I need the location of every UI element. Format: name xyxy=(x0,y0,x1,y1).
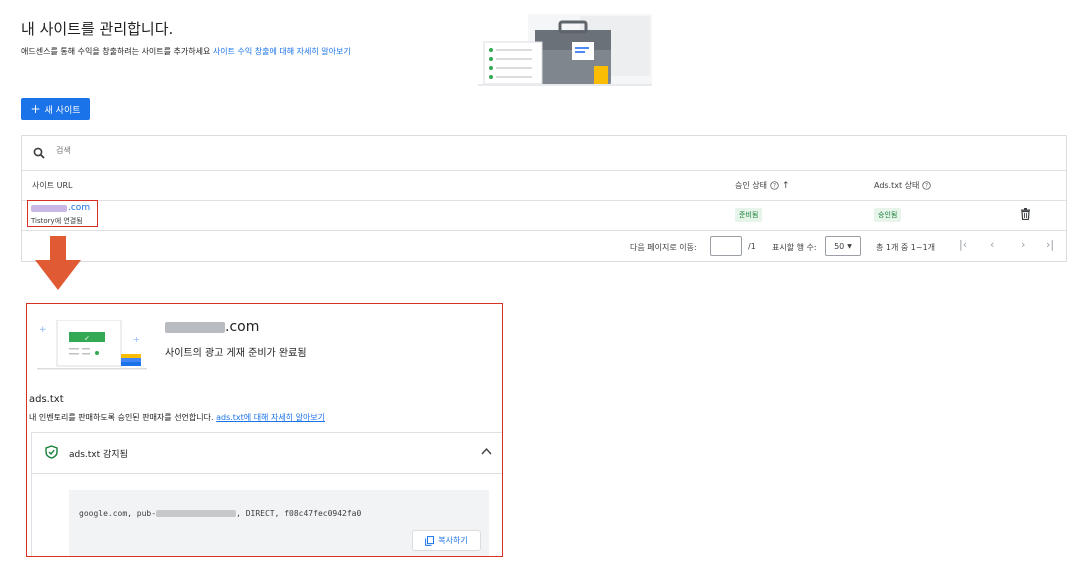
table-row: .com Tistory에 연결됨 준비됨 승인됨 xyxy=(22,200,1066,231)
rows-per-page-value: 50 xyxy=(834,241,845,251)
page-subtitle: 애드센스를 통해 수익을 창출하려는 사이트를 추가하세요 사이트 수익 창출에… xyxy=(21,46,351,57)
site-url-cell[interactable]: .com Tistory에 연결됨 xyxy=(27,200,98,227)
detail-domain: .com xyxy=(165,319,259,335)
approval-header-label: 승인 상태 xyxy=(735,181,767,190)
adstxt-code-line: google.com, pub- , DIRECT, f08c47fec0942… xyxy=(79,509,361,518)
column-header-adstxt[interactable]: Ads.txt 상태 ? xyxy=(874,180,932,191)
hero-illustration xyxy=(478,14,652,86)
check-shield-icon xyxy=(45,445,58,459)
help-icon[interactable]: ? xyxy=(922,181,932,190)
approval-status-badge: 준비됨 xyxy=(735,208,763,222)
copy-icon xyxy=(425,535,435,546)
page-title: 내 사이트를 관리합니다. xyxy=(21,20,174,38)
adstxt-code-box: google.com, pub- , DIRECT, f08c47fec0942… xyxy=(69,490,489,556)
code-prefix: google.com, pub- xyxy=(79,509,157,518)
rows-per-page-select[interactable]: 50 ▼ xyxy=(825,236,861,256)
new-site-label: 새 사이트 xyxy=(44,105,81,116)
svg-text:+: + xyxy=(39,325,47,335)
subtitle-text: 애드센스를 통해 수익을 창출하려는 사이트를 추가하세요 xyxy=(21,47,211,56)
svg-text:✓: ✓ xyxy=(84,335,90,343)
adstxt-desc-text: 내 인벤토리를 판매하도록 승인된 판매자를 선언합니다. xyxy=(29,413,214,422)
adstxt-section-desc: 내 인벤토리를 판매하도록 승인된 판매자를 선언합니다. ads.txt에 대… xyxy=(29,412,325,423)
search-input[interactable] xyxy=(54,145,358,156)
page-number-input[interactable] xyxy=(710,236,742,256)
help-icon[interactable]: ? xyxy=(770,181,779,190)
sort-up-icon[interactable]: ↑ xyxy=(782,181,790,191)
site-url-link[interactable]: .com xyxy=(68,203,90,213)
page-total: /1 xyxy=(748,242,756,251)
plus-icon: + xyxy=(30,102,41,116)
detail-status-text: 사이트의 광고 게재 준비가 완료됨 xyxy=(165,348,307,359)
copy-button-label: 복사하기 xyxy=(438,536,468,545)
connected-label: Tistory에 연결됨 xyxy=(31,217,83,225)
detail-domain-suffix: .com xyxy=(225,319,260,335)
blurred-publisher-id xyxy=(156,510,237,517)
blurred-domain-name xyxy=(165,321,225,333)
delete-icon[interactable] xyxy=(1020,208,1031,220)
caret-down-icon: ▼ xyxy=(847,242,852,250)
goto-page-label: 다음 페이지로 이동: xyxy=(630,243,697,252)
next-page-icon[interactable]: › xyxy=(1021,238,1025,251)
blurred-domain-name xyxy=(31,204,67,212)
svg-text:+: + xyxy=(133,335,140,344)
last-page-icon[interactable]: ›| xyxy=(1046,238,1054,251)
subtitle-learn-more-link[interactable]: 사이트 수익 창출에 대해 자세히 알아보기 xyxy=(213,47,351,56)
new-site-button[interactable]: + 새 사이트 xyxy=(21,98,90,120)
down-arrow-icon xyxy=(35,236,81,290)
site-ready-illustration: + + ✓ xyxy=(37,320,147,370)
divider xyxy=(31,473,502,474)
pagination-bar: 다음 페이지로 이동: /1 표시할 행 수: 50 ▼ 총 1개 중 1~1개… xyxy=(22,230,1066,263)
search-icon xyxy=(33,147,45,159)
adstxt-section-title: ads.txt xyxy=(29,394,64,405)
site-detail-panel: + + ✓ .com 사이트의 광고 게재 준비가 완료됨 ads.txt 내 … xyxy=(26,303,503,557)
search-row xyxy=(22,136,1066,171)
chevron-up-icon[interactable] xyxy=(481,447,492,455)
rows-per-page-label: 표시할 행 수: xyxy=(772,243,817,252)
first-page-icon[interactable]: |‹ xyxy=(959,238,967,251)
sites-table-card: 사이트 URL 승인 상태 ? ↑ Ads.txt 상태 ? .com Tist… xyxy=(21,135,1067,262)
adstxt-detected-label: ads.txt 감지됨 xyxy=(69,450,128,460)
adstxt-status-badge: 승인됨 xyxy=(874,208,902,222)
adstxt-learn-more-link[interactable]: ads.txt에 대해 자세히 알아보기 xyxy=(216,413,325,422)
adstxt-detected-header[interactable]: ads.txt 감지됨 xyxy=(31,433,502,473)
copy-button[interactable]: 복사하기 xyxy=(412,530,481,551)
svg-text:?: ? xyxy=(773,184,776,190)
code-suffix: , DIRECT, f08c47fec0942fa0 xyxy=(236,509,362,518)
svg-text:?: ? xyxy=(925,184,928,190)
column-header-url[interactable]: 사이트 URL xyxy=(32,180,73,191)
adstxt-header-label: Ads.txt 상태 xyxy=(874,181,920,190)
table-header: 사이트 URL 승인 상태 ? ↑ Ads.txt 상태 ? xyxy=(22,170,1066,201)
column-header-approval[interactable]: 승인 상태 ? ↑ xyxy=(735,180,790,191)
range-label: 총 1개 중 1~1개 xyxy=(876,243,936,252)
prev-page-icon[interactable]: ‹ xyxy=(990,238,994,251)
